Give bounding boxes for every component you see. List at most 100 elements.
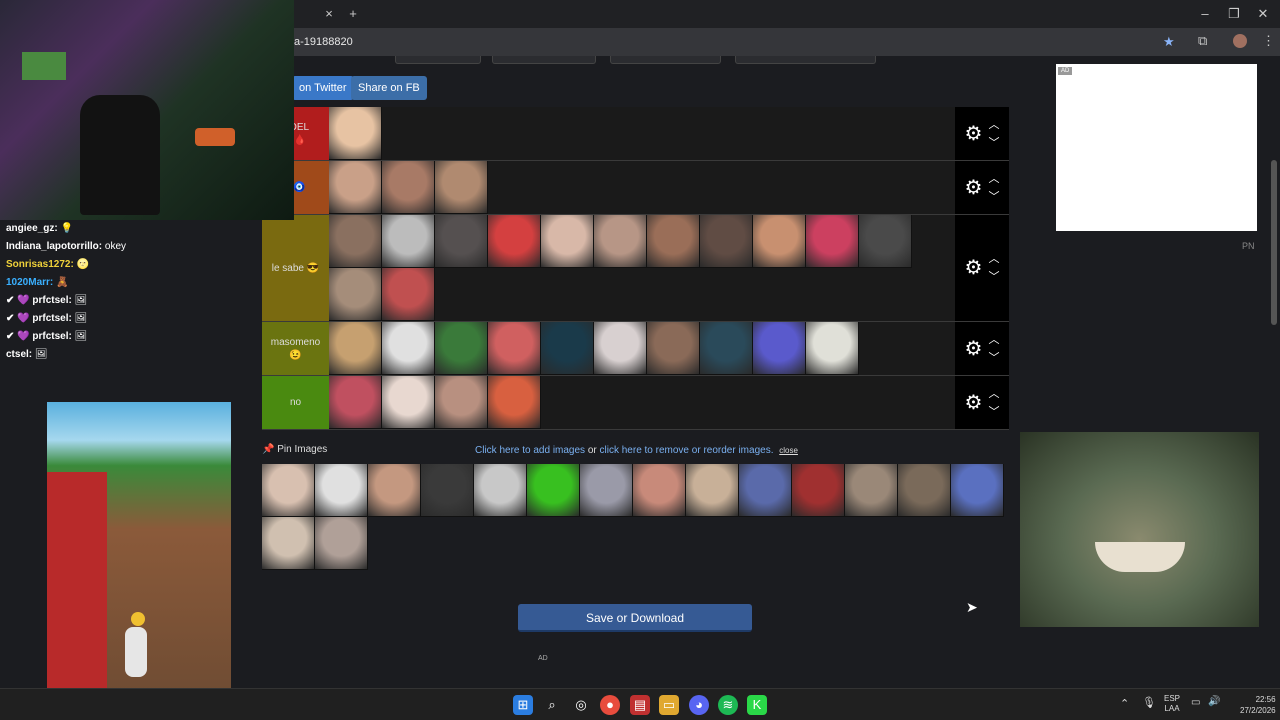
microphone-icon[interactable]: 🎙 — [1142, 696, 1156, 709]
tier-face-image[interactable] — [594, 215, 647, 268]
gear-icon[interactable]: ⚙ — [965, 393, 983, 413]
gear-icon[interactable]: ⚙ — [965, 178, 983, 198]
move-up-icon[interactable]: ︿ — [988, 385, 999, 403]
tier-label[interactable]: no — [262, 376, 329, 429]
tier-face-image[interactable] — [594, 322, 647, 375]
ad-box[interactable] — [1056, 64, 1257, 231]
tier-face-image[interactable] — [859, 215, 912, 268]
top-button[interactable] — [395, 56, 481, 64]
kick-icon[interactable]: K — [747, 695, 767, 715]
top-button[interactable] — [492, 56, 596, 64]
move-up-icon[interactable]: ︿ — [988, 250, 999, 268]
tier-face-image[interactable] — [329, 215, 382, 268]
gear-icon[interactable]: ⚙ — [965, 339, 983, 359]
tier-face-image[interactable] — [700, 322, 753, 375]
tier-face-image[interactable] — [541, 322, 594, 375]
move-down-icon[interactable]: ﹀ — [988, 349, 999, 367]
gear-icon[interactable]: ⚙ — [965, 258, 983, 278]
scrollbar-thumb[interactable] — [1271, 160, 1277, 325]
search-icon[interactable]: ⌕ — [542, 695, 562, 715]
pool-face-image[interactable] — [792, 464, 845, 517]
close-link[interactable]: close — [779, 446, 798, 455]
windows-start-icon[interactable]: ⊞ — [513, 695, 533, 715]
add-images-link[interactable]: Click here to add images — [475, 445, 585, 456]
tier-face-image[interactable] — [435, 376, 488, 429]
tier-label[interactable]: masomeno 😉 — [262, 322, 329, 375]
move-down-icon[interactable]: ﹀ — [988, 268, 999, 286]
menu-dots-icon[interactable]: ⋮ — [1262, 33, 1275, 49]
tier-face-image[interactable] — [382, 376, 435, 429]
move-down-icon[interactable]: ﹀ — [988, 403, 999, 421]
tier-face-image[interactable] — [806, 322, 859, 375]
tier-face-image[interactable] — [329, 107, 382, 160]
move-up-icon[interactable]: ︿ — [988, 331, 999, 349]
tier-face-image[interactable] — [382, 215, 435, 268]
network-icon[interactable]: ▭ — [1191, 697, 1200, 708]
tier-face-image[interactable] — [435, 161, 488, 214]
top-button[interactable] — [735, 56, 876, 64]
discord-icon[interactable]: ◕ — [689, 695, 709, 715]
pool-face-image[interactable] — [262, 517, 315, 570]
pool-face-image[interactable] — [580, 464, 633, 517]
pool-face-image[interactable] — [527, 464, 580, 517]
tier-face-image[interactable] — [488, 376, 541, 429]
scrollbar[interactable] — [1268, 56, 1280, 688]
tier-face-image[interactable] — [382, 268, 435, 321]
pool-face-image[interactable] — [898, 464, 951, 517]
file-explorer-icon[interactable]: ▭ — [659, 695, 679, 715]
top-button[interactable] — [610, 56, 721, 64]
bookmark-star-icon[interactable]: ★ — [1163, 34, 1175, 50]
tier-face-image[interactable] — [753, 215, 806, 268]
pool-face-image[interactable] — [368, 464, 421, 517]
volume-icon[interactable]: 🔊 — [1208, 696, 1220, 707]
pool-face-image[interactable] — [845, 464, 898, 517]
close-window-button[interactable]: ✕ — [1246, 0, 1280, 28]
share-fb-button[interactable]: Share on FB — [351, 76, 427, 100]
pool-face-image[interactable] — [474, 464, 527, 517]
url-text[interactable]: a-19188820 — [294, 28, 353, 56]
tier-face-image[interactable] — [488, 215, 541, 268]
spotify-icon[interactable]: ≋ — [718, 695, 738, 715]
share-twitter-button[interactable]: on Twitter — [292, 76, 354, 100]
tier-face-image[interactable] — [435, 322, 488, 375]
tier-face-image[interactable] — [435, 215, 488, 268]
pool-face-image[interactable] — [686, 464, 739, 517]
clock[interactable]: 22:56 27/2/2026 — [1240, 694, 1276, 716]
move-up-icon[interactable]: ︿ — [988, 116, 999, 134]
tier-face-image[interactable] — [329, 322, 382, 375]
save-download-button[interactable]: Save or Download — [518, 604, 752, 632]
remove-images-link[interactable]: click here to remove or reorder images. — [600, 445, 774, 456]
move-down-icon[interactable]: ﹀ — [988, 134, 999, 152]
profile-avatar[interactable] — [1233, 34, 1247, 48]
copilot-icon[interactable]: ◎ — [571, 695, 591, 715]
pool-face-image[interactable] — [262, 464, 315, 517]
tier-label[interactable]: le sabe 😎 — [262, 215, 329, 321]
pin-images-label[interactable]: 📌 Pin Images — [262, 444, 327, 455]
pool-face-image[interactable] — [951, 464, 1004, 517]
tier-face-image[interactable] — [382, 161, 435, 214]
pool-face-image[interactable] — [633, 464, 686, 517]
move-down-icon[interactable]: ﹀ — [988, 188, 999, 206]
tier-face-image[interactable] — [382, 322, 435, 375]
tier-face-image[interactable] — [329, 161, 382, 214]
gear-icon[interactable]: ⚙ — [965, 124, 983, 144]
tier-face-image[interactable] — [753, 322, 806, 375]
pool-face-image[interactable] — [315, 464, 368, 517]
new-tab-button[interactable]: + — [336, 0, 370, 28]
pool-face-image[interactable] — [739, 464, 792, 517]
chrome-icon[interactable]: ● — [600, 695, 620, 715]
extensions-icon[interactable]: ⧉ — [1198, 33, 1207, 49]
tier-face-image[interactable] — [700, 215, 753, 268]
tier-face-image[interactable] — [806, 215, 859, 268]
move-up-icon[interactable]: ︿ — [988, 170, 999, 188]
tier-face-image[interactable] — [647, 215, 700, 268]
pool-face-image[interactable] — [421, 464, 474, 517]
app-icon[interactable]: ▤ — [630, 695, 650, 715]
tray-chevron-icon[interactable]: ⌃ — [1120, 697, 1129, 710]
tier-face-image[interactable] — [647, 322, 700, 375]
tier-face-image[interactable] — [329, 268, 382, 321]
tier-face-image[interactable] — [329, 376, 382, 429]
language-indicator[interactable]: ESP LAA — [1164, 694, 1180, 714]
pool-face-image[interactable] — [315, 517, 368, 570]
tier-face-image[interactable] — [488, 322, 541, 375]
